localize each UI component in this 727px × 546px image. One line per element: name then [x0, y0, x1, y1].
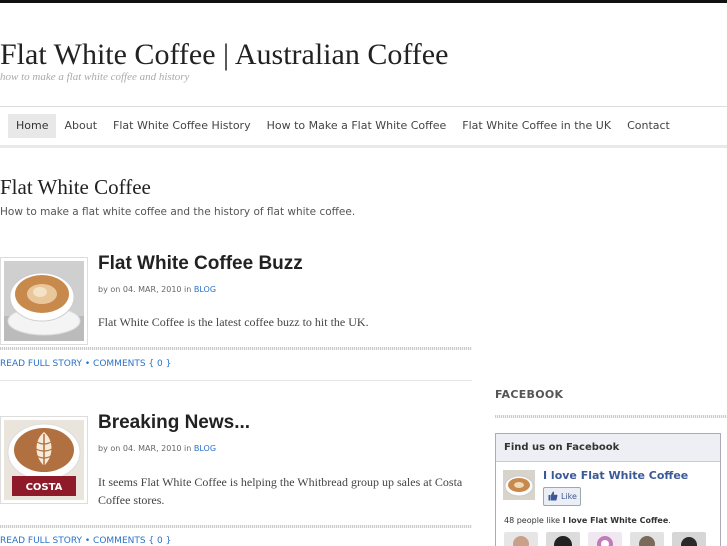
post-title[interactable]: Flat White Coffee Buzz [98, 253, 303, 275]
post-divider [0, 347, 472, 350]
link-separator: • [82, 359, 94, 369]
nav-item-about[interactable]: About [56, 114, 105, 138]
post-meta: by on 04. MAR, 2010 in BLOG [98, 285, 216, 294]
post-meta-date: by on 04. MAR, 2010 in [98, 444, 194, 453]
fan-avatar[interactable] [672, 532, 706, 546]
facebook-like-button[interactable]: Like [543, 487, 581, 506]
post-links: READ FULL STORY • COMMENTS { 0 } [0, 359, 171, 369]
page-description: How to make a flat white coffee and the … [0, 206, 356, 218]
facebook-box-header[interactable]: Find us on Facebook [496, 434, 720, 462]
costa-logo-text: COSTA [26, 482, 63, 493]
thumbs-up-icon [548, 491, 558, 501]
read-full-story-link[interactable]: READ FULL STORY [0, 359, 82, 369]
facebook-page-avatar[interactable] [503, 470, 535, 500]
like-count-prefix: 48 people like [504, 516, 563, 525]
nav-item-how-to-make[interactable]: How to Make a Flat White Coffee [259, 114, 455, 138]
post-category-link[interactable]: BLOG [194, 285, 216, 294]
main-nav: Home About Flat White Coffee History How… [8, 114, 678, 138]
facebook-fan-faces [504, 532, 706, 546]
coffee-cup-image [4, 261, 84, 341]
post-title[interactable]: Breaking News... [98, 412, 250, 434]
sidebar-heading: FACEBOOK [495, 388, 564, 401]
post-thumbnail[interactable]: COSTA [0, 416, 88, 504]
post-meta-date: by on 04. MAR, 2010 in [98, 285, 194, 294]
comments-link[interactable]: COMMENTS { 0 } [93, 359, 171, 369]
post-divider [0, 525, 472, 528]
fan-avatar[interactable] [504, 532, 538, 546]
post-excerpt: It seems Flat White Coffee is helping th… [98, 475, 463, 507]
like-label: Like [561, 492, 577, 501]
nav-item-uk[interactable]: Flat White Coffee in the UK [454, 114, 619, 138]
site-tagline: how to make a flat white coffee and hist… [0, 71, 190, 83]
nav-item-history[interactable]: Flat White Coffee History [105, 114, 259, 138]
nav-divider-top [0, 106, 727, 107]
facebook-page-name[interactable]: I love Flat White Coffee [543, 469, 688, 482]
fan-avatar[interactable] [546, 532, 580, 546]
post-excerpt: Flat White Coffee is the latest coffee b… [98, 315, 369, 329]
like-count-page[interactable]: I love Flat White Coffee [563, 516, 669, 525]
fan-avatar[interactable] [588, 532, 622, 546]
page-title: Flat White Coffee [0, 175, 151, 199]
top-bar [0, 0, 727, 3]
facebook-like-box: Find us on Facebook I love Flat White Co… [495, 433, 721, 546]
post-meta: by on 04. MAR, 2010 in BLOG [98, 444, 216, 453]
post-divider-light [0, 380, 472, 381]
sidebar-divider [495, 415, 727, 418]
fan-avatar[interactable] [630, 532, 664, 546]
nav-item-home[interactable]: Home [8, 114, 57, 138]
facebook-like-count: 48 people like I love Flat White Coffee. [504, 516, 671, 525]
nav-item-contact[interactable]: Contact [619, 114, 678, 138]
costa-latte-art-image: COSTA [4, 420, 84, 500]
site-title[interactable]: Flat White Coffee | Australian Coffee [0, 38, 448, 72]
like-count-suffix: . [668, 516, 671, 525]
post-thumbnail[interactable] [0, 257, 88, 345]
nav-divider-bottom [0, 145, 727, 148]
post-category-link[interactable]: BLOG [194, 444, 216, 453]
